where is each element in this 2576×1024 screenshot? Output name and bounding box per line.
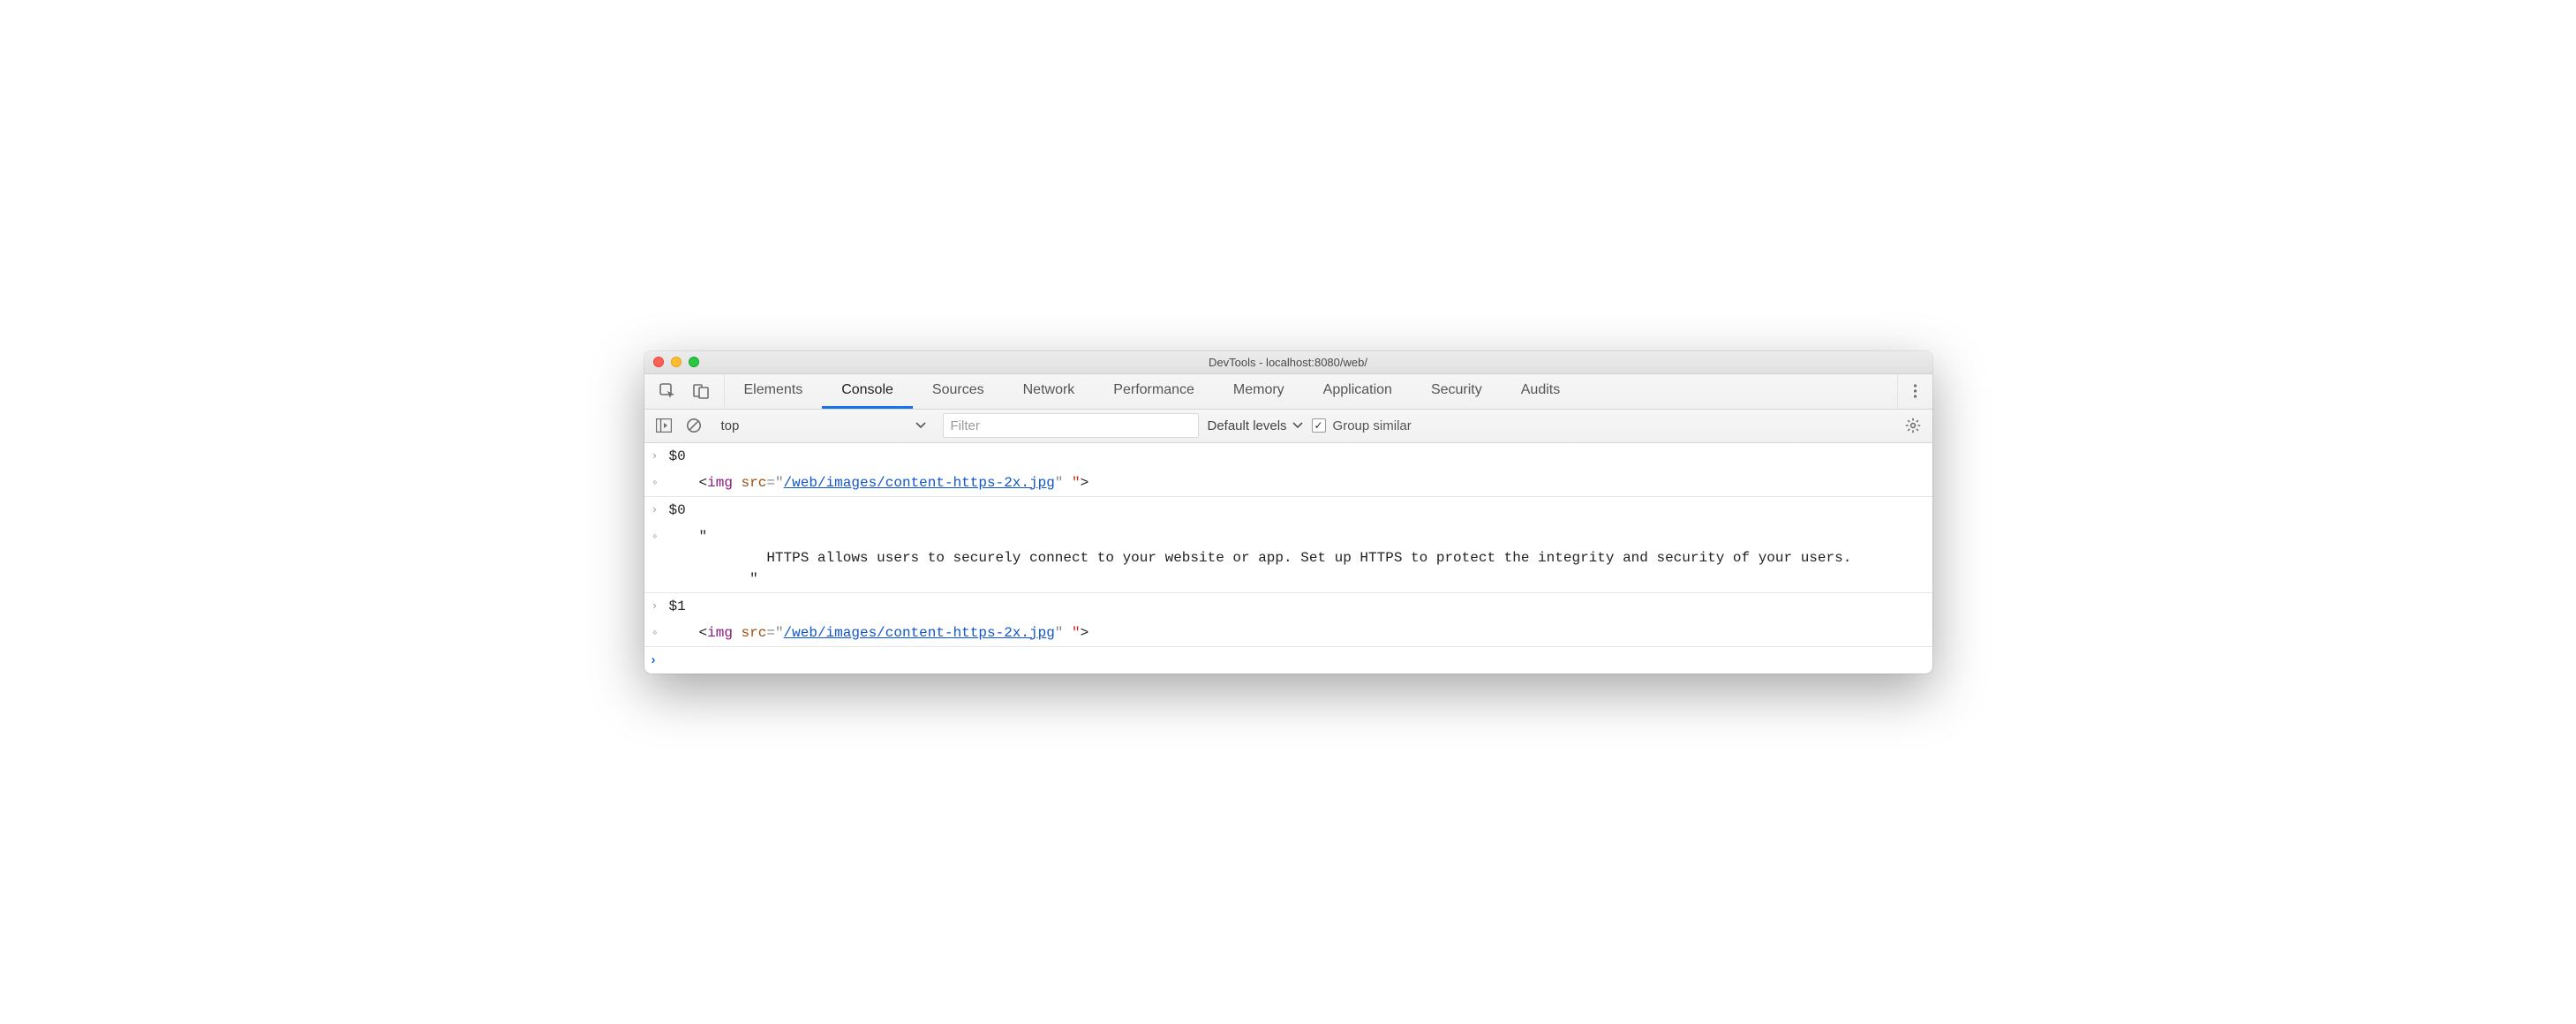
tab-security[interactable]: Security	[1412, 374, 1502, 409]
console-output-row: <img src="/web/images/content-https-2x.j…	[644, 470, 1932, 497]
console-output-row: " HTTPS allows users to securely connect…	[644, 523, 1932, 593]
resource-link[interactable]: /web/images/content-https-2x.jpg	[784, 475, 1055, 491]
filter-input[interactable]	[943, 413, 1199, 438]
prompt-caret-icon: ›	[652, 652, 669, 667]
tab-elements[interactable]: Elements	[725, 374, 823, 409]
console-input-row: $0	[644, 497, 1932, 523]
console-prompt[interactable]: ›	[644, 647, 1932, 674]
checkbox-checked-icon: ✓	[1312, 418, 1326, 433]
devtools-tabbar: ElementsConsoleSourcesNetworkPerformance…	[644, 374, 1932, 410]
group-similar-toggle[interactable]: ✓ Group similar	[1312, 418, 1412, 433]
tab-performance[interactable]: Performance	[1094, 374, 1214, 409]
tab-audits[interactable]: Audits	[1502, 374, 1579, 409]
input-marker-icon	[652, 446, 669, 467]
console-input-row: $0	[644, 443, 1932, 470]
console-message: $0	[669, 500, 1925, 521]
more-menu-button[interactable]	[1897, 374, 1932, 409]
console-input[interactable]	[669, 651, 852, 670]
zoom-window-button[interactable]	[689, 357, 699, 367]
devtools-window: DevTools - localhost:8080/web/ ElementsC…	[644, 351, 1932, 674]
console-toolbar: top Default levels ✓ Group similar	[644, 410, 1932, 443]
inspect-element-icon[interactable]	[657, 380, 678, 402]
console-output: $0 <img src="/web/images/content-https-2x…	[644, 443, 1932, 647]
clear-console-icon[interactable]	[683, 415, 704, 436]
window-title: DevTools - localhost:8080/web/	[653, 356, 1924, 369]
console-message: $1	[669, 596, 1925, 617]
device-toolbar-icon[interactable]	[690, 380, 712, 402]
tab-sources[interactable]: Sources	[913, 374, 1004, 409]
console-message: <img src="/web/images/content-https-2x.j…	[669, 472, 1925, 493]
group-similar-label: Group similar	[1333, 418, 1412, 433]
traffic-lights	[653, 357, 699, 367]
execution-context-select[interactable]: top	[713, 414, 934, 437]
log-levels-label: Default levels	[1208, 418, 1287, 433]
tab-network[interactable]: Network	[1004, 374, 1095, 409]
console-sidebar-toggle-icon[interactable]	[653, 415, 674, 436]
log-levels-select[interactable]: Default levels	[1208, 418, 1303, 433]
console-message: <img src="/web/images/content-https-2x.j…	[669, 622, 1925, 644]
console-settings-icon[interactable]	[1902, 415, 1924, 436]
execution-context-label: top	[721, 418, 740, 433]
input-marker-icon	[652, 500, 669, 521]
console-message: " HTTPS allows users to securely connect…	[669, 526, 1925, 590]
output-marker-icon	[652, 472, 669, 493]
chevron-down-icon	[1292, 422, 1303, 429]
console-input-row: $1	[644, 593, 1932, 620]
tab-memory[interactable]: Memory	[1214, 374, 1304, 409]
input-marker-icon	[652, 596, 669, 617]
tab-console[interactable]: Console	[822, 374, 913, 409]
minimize-window-button[interactable]	[671, 357, 682, 367]
console-output-row: <img src="/web/images/content-https-2x.j…	[644, 620, 1932, 647]
close-window-button[interactable]	[653, 357, 664, 367]
resource-link[interactable]: /web/images/content-https-2x.jpg	[784, 625, 1055, 641]
output-marker-icon	[652, 622, 669, 644]
output-marker-icon	[652, 526, 669, 590]
tab-application[interactable]: Application	[1304, 374, 1412, 409]
chevron-down-icon	[915, 422, 926, 429]
titlebar: DevTools - localhost:8080/web/	[644, 351, 1932, 374]
console-message: $0	[669, 446, 1925, 467]
